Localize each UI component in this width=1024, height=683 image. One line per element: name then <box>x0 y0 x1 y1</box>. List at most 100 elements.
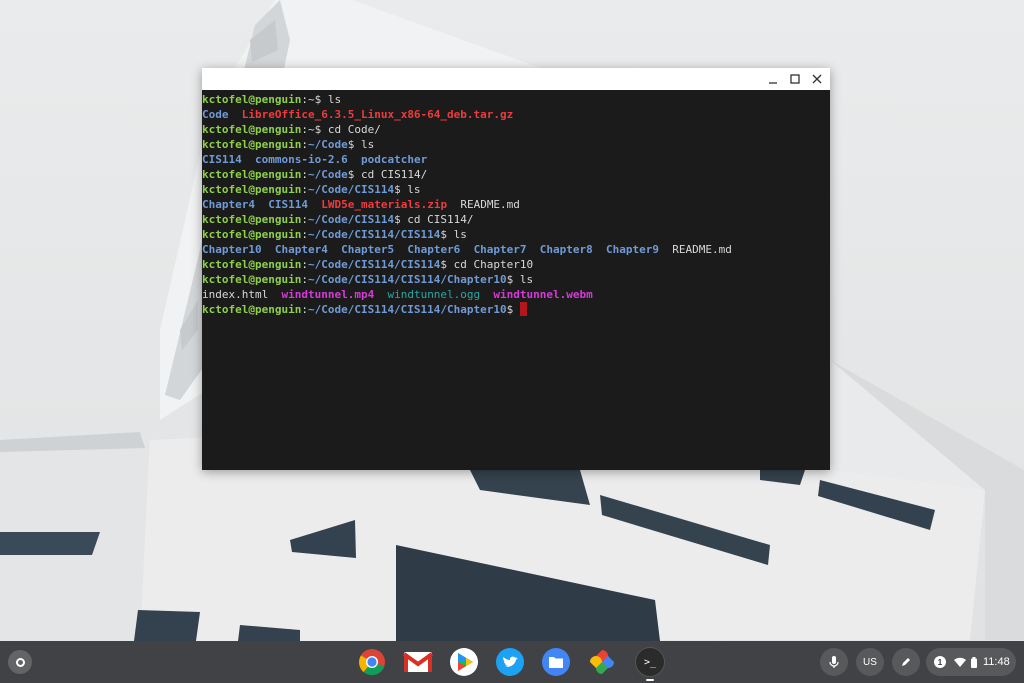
terminal-text: ~/Code/CIS114 <box>307 213 395 226</box>
terminal-line: kctofel@penguin:~/Code/CIS114$ ls <box>202 182 830 197</box>
terminal-text: kctofel@penguin <box>202 168 302 181</box>
play-store-icon[interactable] <box>448 646 480 678</box>
terminal-text: ~/Code/CIS114/CIS114/Chapter10 <box>307 273 507 286</box>
terminal-text: : <box>301 138 308 151</box>
terminal-text: : <box>301 183 308 196</box>
terminal-text: ~/Code/CIS114 <box>307 183 395 196</box>
terminal-text: LWD5e_materials.zip <box>321 198 448 211</box>
terminal-text: Chapter7 <box>473 243 527 256</box>
photos-icon[interactable] <box>586 646 618 678</box>
building-window <box>0 532 100 555</box>
terminal-line: Chapter10 Chapter4 Chapter5 Chapter6 Cha… <box>202 242 830 257</box>
microphone-icon[interactable] <box>820 648 848 676</box>
terminal-line: kctofel@penguin:~/Code/CIS114/CIS114$ ls <box>202 227 830 242</box>
status-area[interactable]: 1 11:48 <box>926 648 1016 676</box>
terminal-text: $ cd CIS114/ <box>347 168 428 181</box>
terminal-text: :~$ cd Code/ <box>301 123 381 136</box>
terminal-text: Chapter6 <box>407 243 461 256</box>
terminal-text: ~/Code/CIS114/CIS114 <box>307 228 441 241</box>
terminal-line: kctofel@penguin:~$ cd Code/ <box>202 122 830 137</box>
clock: 11:48 <box>983 656 1010 668</box>
terminal-text: $ cd Chapter10 <box>440 258 534 271</box>
chrome-icon[interactable] <box>356 646 388 678</box>
terminal-text: : <box>301 258 308 271</box>
terminal-line: kctofel@penguin:~$ ls <box>202 92 830 107</box>
terminal-text: kctofel@penguin <box>202 273 302 286</box>
minimize-icon[interactable] <box>764 70 782 88</box>
terminal-text: commons-io-2.6 <box>255 153 348 166</box>
terminal-text: ~/Code/CIS114/CIS114 <box>307 258 441 271</box>
gmail-icon[interactable] <box>402 646 434 678</box>
terminal-text: CIS114 <box>202 153 242 166</box>
ime-button[interactable]: US <box>856 648 884 676</box>
terminal-text: Chapter5 <box>341 243 395 256</box>
terminal-text: windtunnel.ogg <box>387 288 481 301</box>
twitter-icon[interactable] <box>494 646 526 678</box>
terminal-line: kctofel@penguin:~/Code$ ls <box>202 137 830 152</box>
building-window <box>134 610 200 641</box>
terminal-line: Chapter4 CIS114 LWD5e_materials.zip READ… <box>202 197 830 212</box>
terminal-text: $ ls <box>506 273 534 286</box>
launcher-button[interactable] <box>8 650 32 674</box>
terminal-text: kctofel@penguin <box>202 138 302 151</box>
terminal-cursor <box>519 302 527 316</box>
terminal-text: : <box>301 168 308 181</box>
terminal-text: kctofel@penguin <box>202 183 302 196</box>
terminal-text: kctofel@penguin <box>202 93 302 106</box>
close-icon[interactable] <box>808 70 826 88</box>
launcher-icon <box>15 657 25 667</box>
terminal-text: : <box>301 213 308 226</box>
terminal-window[interactable]: kctofel@penguin:~$ ls Code LibreOffice_6.… <box>202 68 830 470</box>
terminal-text: kctofel@penguin <box>202 258 302 271</box>
terminal-text: $ ls <box>440 228 467 241</box>
terminal-text: windtunnel.mp4 <box>281 288 375 301</box>
terminal-output[interactable]: kctofel@penguin:~$ ls Code LibreOffice_6.… <box>202 90 830 317</box>
terminal-icon[interactable]: >_ <box>634 646 666 678</box>
shelf: >_ US 1 11:48 <box>0 641 1024 683</box>
terminal-text: $ ls <box>394 183 421 196</box>
terminal-line: kctofel@penguin:~/Code/CIS114/CIS114/Cha… <box>202 302 830 317</box>
terminal-line: kctofel@penguin:~/Code$ cd CIS114/ <box>202 167 830 182</box>
terminal-text: LibreOffice_6.3.5_Linux_x86-64_deb.tar.g… <box>241 108 514 121</box>
terminal-text: $ <box>506 303 520 316</box>
terminal-text: windtunnel.webm <box>493 288 593 301</box>
terminal-text: ~/Code <box>307 168 348 181</box>
notification-count: 1 <box>934 656 946 668</box>
battery-icon <box>971 656 977 668</box>
wifi-icon <box>954 657 966 667</box>
window-titlebar[interactable] <box>202 68 830 90</box>
maximize-icon[interactable] <box>786 70 804 88</box>
terminal-text: :~$ ls <box>301 93 342 106</box>
terminal-text: podcatcher <box>360 153 428 166</box>
terminal-text: : <box>301 228 308 241</box>
terminal-text: kctofel@penguin <box>202 213 302 226</box>
terminal-text: $ ls <box>347 138 375 151</box>
terminal-text: Chapter4 <box>202 198 255 211</box>
terminal-text: Code <box>202 108 229 121</box>
terminal-line: CIS114 commons-io-2.6 podcatcher <box>202 152 830 167</box>
terminal-text: README.md <box>659 243 732 256</box>
terminal-text: kctofel@penguin <box>202 123 302 136</box>
terminal-line: kctofel@penguin:~/Code/CIS114$ cd CIS114… <box>202 212 830 227</box>
active-app-indicator <box>646 679 654 681</box>
terminal-text: : <box>301 273 308 286</box>
terminal-text: Chapter10 <box>202 243 262 256</box>
stylus-icon[interactable] <box>892 648 920 676</box>
terminal-text: $ cd CIS114/ <box>394 213 474 226</box>
files-icon[interactable] <box>540 646 572 678</box>
terminal-text: README.md <box>447 198 520 211</box>
